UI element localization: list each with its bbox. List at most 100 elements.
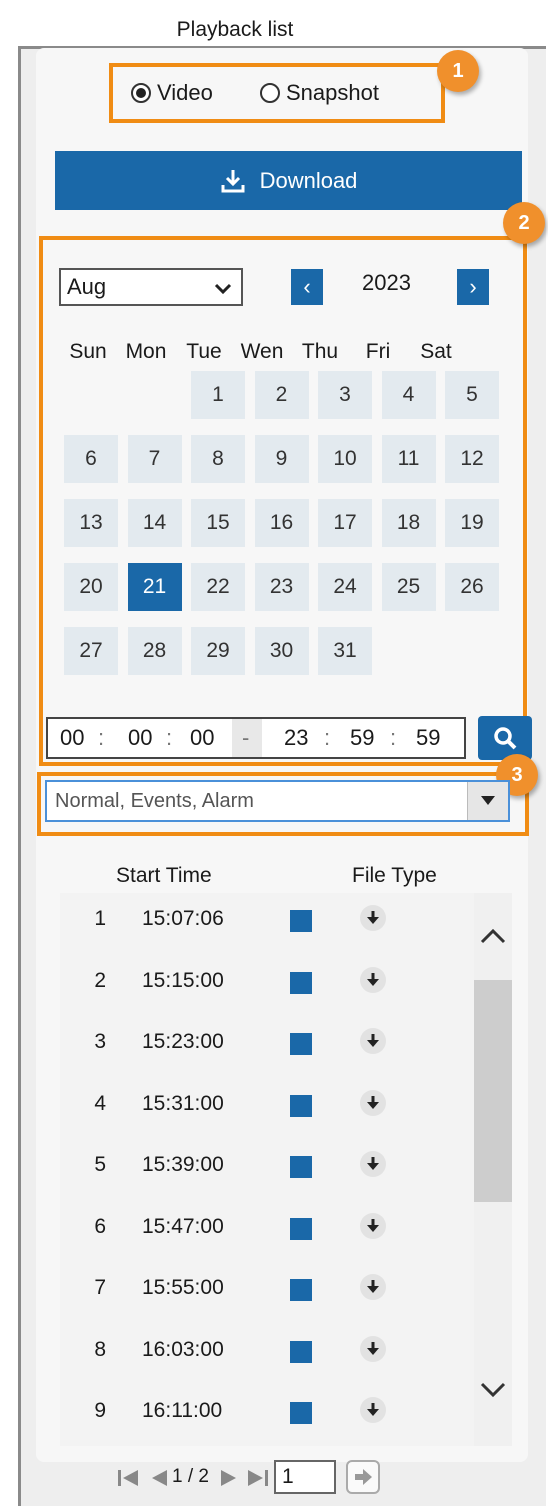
table-row[interactable]: 6 15:47:00	[60, 1205, 472, 1249]
calendar-day[interactable]: 23	[254, 563, 309, 611]
table-row[interactable]: 7 15:55:00	[60, 1266, 472, 1310]
chevron-down-icon	[214, 283, 232, 295]
download-icon[interactable]	[360, 1335, 386, 1362]
chevron-right-icon: ›	[469, 274, 477, 299]
end-minute[interactable]: 59	[350, 725, 374, 751]
video-type-icon	[290, 1279, 312, 1301]
calendar-day[interactable]: 13	[64, 499, 118, 547]
table-row[interactable]: 4 15:31:00	[60, 1082, 472, 1126]
go-page-button[interactable]	[346, 1460, 380, 1494]
calendar-day[interactable]: 29	[191, 627, 245, 675]
calendar-day[interactable]: 3	[318, 371, 372, 419]
next-month-button[interactable]: ›	[457, 269, 489, 305]
calendar-day[interactable]: 20	[64, 563, 118, 611]
calendar-day[interactable]: 1	[191, 371, 245, 419]
download-icon[interactable]	[360, 905, 386, 931]
calendar-day[interactable]: 30	[254, 627, 309, 675]
calendar-day[interactable]: 19	[445, 499, 499, 547]
calendar-day-selected[interactable]: 21	[127, 563, 182, 611]
calendar-day[interactable]: 2	[254, 371, 309, 419]
video-type-icon	[290, 910, 312, 932]
search-button[interactable]	[478, 716, 532, 760]
snapshot-radio-dot	[260, 83, 280, 103]
time-separator: :	[166, 725, 173, 750]
calendar-day[interactable]: 16	[254, 499, 309, 547]
row-start-time: 15:15:00	[142, 968, 224, 992]
video-radio[interactable]: Video	[131, 80, 213, 106]
pagination-bar: 1 / 2 1	[60, 1450, 512, 1506]
chevron-up-icon	[480, 928, 506, 944]
last-page-icon[interactable]	[246, 1468, 268, 1488]
download-icon[interactable]	[360, 1397, 386, 1423]
calendar-day[interactable]: 18	[381, 499, 436, 547]
filter-value: Normal, Events, Alarm	[55, 790, 254, 812]
calendar-day[interactable]: 10	[318, 435, 372, 483]
start-minute[interactable]: 00	[128, 725, 152, 751]
calendar-day[interactable]: 17	[318, 499, 372, 547]
row-number: 5	[94, 1153, 106, 1176]
snapshot-radio[interactable]: Snapshot	[260, 80, 379, 106]
download-icon[interactable]	[360, 1089, 386, 1116]
row-start-time: 15:55:00	[142, 1276, 224, 1299]
weekday-label: Thu	[301, 340, 339, 363]
prev-page-icon[interactable]	[150, 1468, 168, 1488]
start-second[interactable]: 00	[190, 725, 214, 751]
calendar-day[interactable]: 25	[381, 563, 436, 611]
table-row[interactable]: 2 15:15:00	[60, 959, 472, 1003]
download-button[interactable]: Download	[55, 151, 522, 210]
calendar-day[interactable]: 31	[318, 627, 372, 675]
calendar-day[interactable]: 6	[64, 435, 118, 483]
next-page-icon[interactable]	[220, 1468, 238, 1488]
scroll-up-button[interactable]	[478, 926, 508, 951]
scrollbar-thumb[interactable]	[474, 980, 512, 1202]
chevron-left-icon: ‹	[303, 274, 311, 299]
first-page-icon[interactable]	[118, 1468, 140, 1488]
table-row[interactable]: 8 16:03:00	[60, 1328, 472, 1372]
download-icon[interactable]	[360, 1212, 386, 1239]
weekday-label: Wen	[240, 340, 284, 363]
end-second[interactable]: 59	[416, 725, 440, 751]
download-icon[interactable]	[360, 966, 386, 993]
filter-dropdown-button[interactable]	[467, 782, 508, 820]
calendar-day[interactable]: 8	[191, 435, 245, 483]
row-number: 4	[94, 1091, 106, 1115]
weekday-label: Tue	[186, 340, 222, 363]
calendar-day[interactable]: 24	[318, 563, 372, 611]
calendar-day[interactable]: 11	[381, 435, 436, 483]
calendar-day[interactable]: 22	[191, 563, 245, 611]
download-icon[interactable]	[360, 1274, 386, 1300]
page-number-input[interactable]: 1	[274, 1460, 336, 1494]
calendar-day[interactable]: 7	[127, 435, 182, 483]
arrow-right-icon	[355, 1469, 372, 1485]
download-icon[interactable]	[360, 1151, 386, 1177]
calendar-day[interactable]: 27	[64, 627, 118, 675]
download-icon	[221, 169, 245, 192]
calendar-day[interactable]: 26	[445, 563, 499, 611]
table-row[interactable]: 9 16:11:00	[60, 1389, 472, 1433]
video-type-icon	[290, 1340, 312, 1363]
calendar-day[interactable]: 12	[445, 435, 499, 483]
prev-month-button[interactable]: ‹	[291, 269, 323, 305]
page-indicator: 1 / 2	[172, 1466, 209, 1487]
scroll-down-button[interactable]	[478, 1380, 508, 1405]
list-rows: 1 15:07:06 2 15:15:00 3 15:23:00 4 15:31:00 5 15:…	[60, 897, 472, 1445]
weekday-label: Fri	[365, 340, 391, 363]
row-start-time: 15:31:00	[142, 1091, 224, 1115]
badge-2: 2	[503, 202, 545, 244]
table-row[interactable]: 3 15:23:00	[60, 1020, 472, 1064]
month-select[interactable]: Aug	[59, 268, 243, 306]
table-row[interactable]: 5 15:39:00	[60, 1143, 472, 1187]
table-row[interactable]: 1 15:07:06	[60, 897, 472, 941]
page-title: Playback list	[176, 18, 294, 41]
start-hour[interactable]: 00	[60, 725, 84, 751]
calendar-day[interactable]: 15	[191, 499, 245, 547]
end-hour[interactable]: 23	[284, 725, 308, 751]
calendar-day[interactable]: 5	[445, 371, 499, 419]
calendar-day[interactable]: 9	[254, 435, 309, 483]
record-type-filter[interactable]: Normal, Events, Alarm	[45, 780, 510, 822]
calendar-day[interactable]: 4	[381, 371, 436, 419]
download-icon[interactable]	[360, 1028, 386, 1054]
time-range-input[interactable]: 00 : 00 : 00 - 23 : 59 : 59	[46, 717, 466, 759]
calendar-day[interactable]: 14	[127, 499, 182, 547]
calendar-day[interactable]: 28	[127, 627, 182, 675]
